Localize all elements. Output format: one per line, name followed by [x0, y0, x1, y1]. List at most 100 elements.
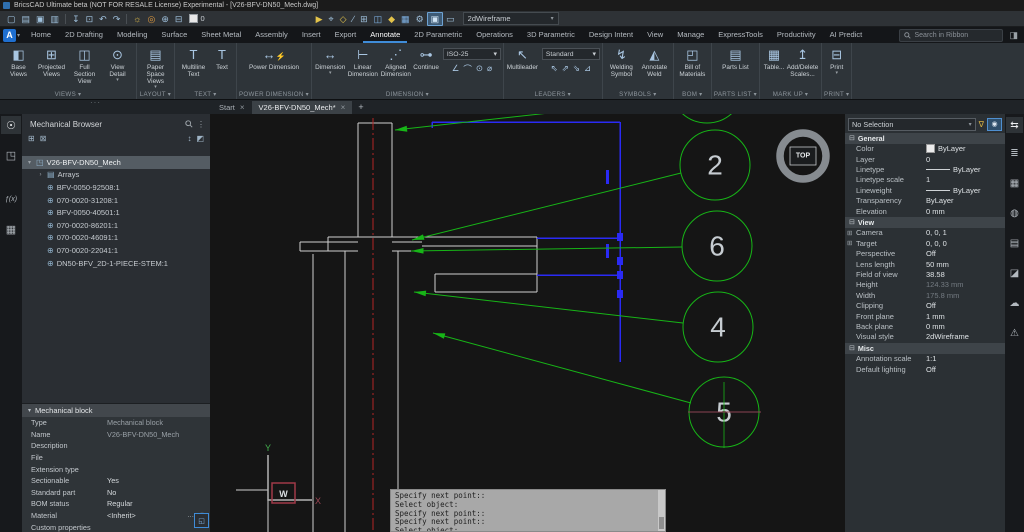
ribbon-tool-icon[interactable]: ⇗	[562, 63, 569, 74]
effects-icon[interactable]: ◆	[385, 11, 398, 27]
block-prop-row-extension-type[interactable]: Extension type	[22, 463, 210, 475]
block-prop-row-description[interactable]: Description	[22, 440, 210, 452]
ribbon-button-dimension[interactable]: ↔ Dimension ▾	[314, 45, 346, 76]
ribbon-group-label[interactable]: POWER DIMENSION ▾	[239, 90, 309, 99]
block-prop-row-type[interactable]: Type Mechanical block	[22, 417, 210, 429]
ribbon-tool-icon[interactable]: ∠	[452, 63, 460, 75]
prop-row-target[interactable]: ⊞ Target 0, 0, 0	[845, 238, 1005, 248]
block-prop-row-file[interactable]: File	[22, 452, 210, 464]
sheets-panel-icon[interactable]: ◪	[1006, 265, 1023, 281]
ribbon-tab-2d-drafting[interactable]: 2D Drafting	[58, 27, 110, 43]
ribbon-search-box[interactable]: Search in Ribbon	[899, 28, 1004, 42]
prop-row-camera[interactable]: ⊞ Camera 0, 0, 1	[845, 228, 1005, 238]
warnings-panel-icon[interactable]: ⚠	[1006, 325, 1023, 341]
close-icon[interactable]: ×	[341, 103, 346, 112]
tree-caret-icon[interactable]: ▾	[26, 159, 33, 166]
panels-icon[interactable]: ◫	[371, 11, 386, 27]
ribbon-dropdown-leaders[interactable]: Standard ▾	[541, 48, 600, 60]
new-document-tab-button[interactable]: +	[352, 101, 369, 114]
ribbon-button-paper-space-views[interactable]: ▤ Paper Space Views ▾	[139, 45, 172, 90]
ribbon-tool-icon[interactable]: ⌒	[463, 63, 472, 75]
cloud-panel-icon[interactable]: ☁	[1006, 295, 1023, 311]
table-panel-icon[interactable]: ▤	[1006, 235, 1023, 251]
panel-drag-handle[interactable]: ···	[90, 98, 101, 107]
doc-tab-v26-bfv-dn50-mech[interactable]: V26-BFV-DN50_Mech* ×	[251, 101, 353, 114]
ribbon-group-label[interactable]: LAYOUT ▾	[139, 90, 172, 99]
prop-row-elevation[interactable]: Elevation 0 mm	[845, 206, 1005, 216]
sketch-icon[interactable]: ∕	[350, 11, 358, 27]
ribbon-tool-icon[interactable]: ⇘	[573, 63, 580, 74]
ribbon-button-annotate-weld[interactable]: ◭ Annotate Weld	[638, 45, 671, 78]
ribbon-button-continue[interactable]: ⊶ Continue	[412, 45, 440, 71]
structure-panel-icon[interactable]: ▦	[1, 220, 21, 238]
cursor-icon[interactable]: ▶	[313, 11, 326, 27]
ribbon-tab-design-intent[interactable]: Design Intent	[582, 27, 640, 43]
ribbon-group-label[interactable]: DIMENSION ▾	[314, 90, 501, 99]
mechanical-block-header[interactable]: ▾ Mechanical block	[22, 404, 210, 417]
tree-caret-icon[interactable]: ›	[37, 172, 44, 178]
highlight-mode-icon[interactable]: ◩	[196, 134, 204, 143]
expand-icon[interactable]: ⊞	[847, 229, 852, 237]
bom-status-icon[interactable]: ⊠	[40, 134, 47, 143]
ribbon-group-label[interactable]: BOM ▾	[676, 90, 709, 99]
dimension-lines[interactable]	[431, 121, 621, 362]
ribbon-button-multiline-text[interactable]: T Multiline Text	[177, 45, 210, 78]
ribbon-button-add-delete-scales[interactable]: ↥ Add/Delete Scales...	[786, 45, 819, 78]
ribbon-tab-manage[interactable]: Manage	[670, 27, 711, 43]
light-panel-icon[interactable]: ☉	[1, 116, 21, 134]
prop-row-perspective[interactable]: Perspective Off	[845, 249, 1005, 259]
ribbon-button-text[interactable]: T Text	[210, 45, 234, 71]
redo-icon[interactable]: ↷	[110, 11, 124, 27]
prop-row-layer[interactable]: Layer 0	[845, 154, 1005, 164]
parameters-panel-icon[interactable]: ƒ(x)	[1, 190, 21, 208]
ribbon-button-linear-dimension[interactable]: ⊢ Linear Dimension	[346, 45, 379, 78]
ribbon-button-print[interactable]: ⊟ Print ▾	[825, 45, 849, 76]
ribbon-tab-2d-parametric[interactable]: 2D Parametric	[407, 27, 469, 43]
ribbon-pin-icon[interactable]: ◨	[1003, 30, 1024, 41]
grid-icon[interactable]: ⊞	[357, 11, 371, 27]
ribbon-tab-3d-parametric[interactable]: 3D Parametric	[520, 27, 582, 43]
prop-row-lineweight[interactable]: Lineweight ByLayer	[845, 185, 1005, 195]
ribbon-tab-assembly[interactable]: Assembly	[248, 27, 295, 43]
ribbon-tab-modeling[interactable]: Modeling	[110, 27, 154, 43]
prop-row-visual-style[interactable]: Visual style 2dWireframe	[845, 332, 1005, 342]
ribbon-tool-icon[interactable]: ⊙	[476, 63, 483, 75]
ribbon-dropdown-dimension[interactable]: ISO-25 ▾	[442, 48, 501, 60]
tree-item-arrays[interactable]: › ▤ Arrays	[22, 169, 210, 182]
command-line-panel[interactable]: Specify next point:: Select object: Specif…	[390, 489, 666, 532]
ribbon-group-label[interactable]: VIEWS ▾	[2, 90, 134, 99]
prop-row-color[interactable]: Color ByLayer	[845, 144, 1005, 154]
solids-browser-icon[interactable]: ◳	[1, 146, 21, 164]
tips-icon[interactable]: ☼	[130, 11, 144, 27]
view-compass[interactable]: TOP	[776, 129, 830, 183]
command-history[interactable]: Specify next point:: Select object: Specif…	[391, 490, 658, 531]
block-prop-row-custom-properties[interactable]: Custom properties	[22, 521, 210, 532]
ribbon-button-bill-of-materials[interactable]: ◰ Bill of Materials	[676, 45, 709, 78]
section-header-misc[interactable]: ⊟ Misc	[845, 343, 1005, 354]
prop-row-width[interactable]: Width 175.8 mm	[845, 290, 1005, 300]
ribbon-tab-home[interactable]: Home	[24, 27, 58, 43]
ribbon-group-label[interactable]: MARK UP ▾	[762, 90, 819, 99]
leader-lines[interactable]	[394, 114, 692, 404]
prop-row-default-lighting[interactable]: Default lighting Off	[845, 364, 1005, 374]
ribbon-group-label[interactable]: SYMBOLS ▾	[605, 90, 671, 99]
selection-dropdown[interactable]: No Selection ▾	[848, 117, 976, 131]
monitor-icon[interactable]: ▭	[443, 11, 458, 27]
tree-item-070-0020-46091-1[interactable]: ⊕ 070-0020-46091:1	[22, 232, 210, 245]
prop-row-transparency[interactable]: Transparency ByLayer	[845, 195, 1005, 205]
tree-item-bfv-0050-40501-1[interactable]: ⊕ BFV-0050-40501:1	[22, 206, 210, 219]
current-view-icon[interactable]: ▣	[426, 11, 444, 26]
close-icon[interactable]: ×	[240, 103, 245, 112]
tree-item-070-0020-86201-1[interactable]: ⊕ 070-0020-86201:1	[22, 219, 210, 232]
settings-icon[interactable]: ⚙	[413, 11, 427, 27]
ribbon-group-label[interactable]: PRINT ▾	[824, 90, 849, 99]
open-file-icon[interactable]: ▤	[19, 11, 34, 27]
ribbon-tab-sheet-metal[interactable]: Sheet Metal	[194, 27, 248, 43]
kebab-menu-icon[interactable]: ⋮	[197, 120, 205, 129]
prop-row-lens-length[interactable]: Lens length 50 mm	[845, 259, 1005, 269]
ribbon-button-full-section-view[interactable]: ◫ Full Section View	[68, 45, 101, 85]
ribbon-tab-ai-predict[interactable]: AI Predict	[823, 27, 870, 43]
quick-select-button[interactable]: ◉	[987, 117, 1002, 131]
ribbon-tab-view[interactable]: View	[640, 27, 670, 43]
visual-style-dropdown[interactable]: 2dWireframe ▾	[462, 12, 559, 25]
